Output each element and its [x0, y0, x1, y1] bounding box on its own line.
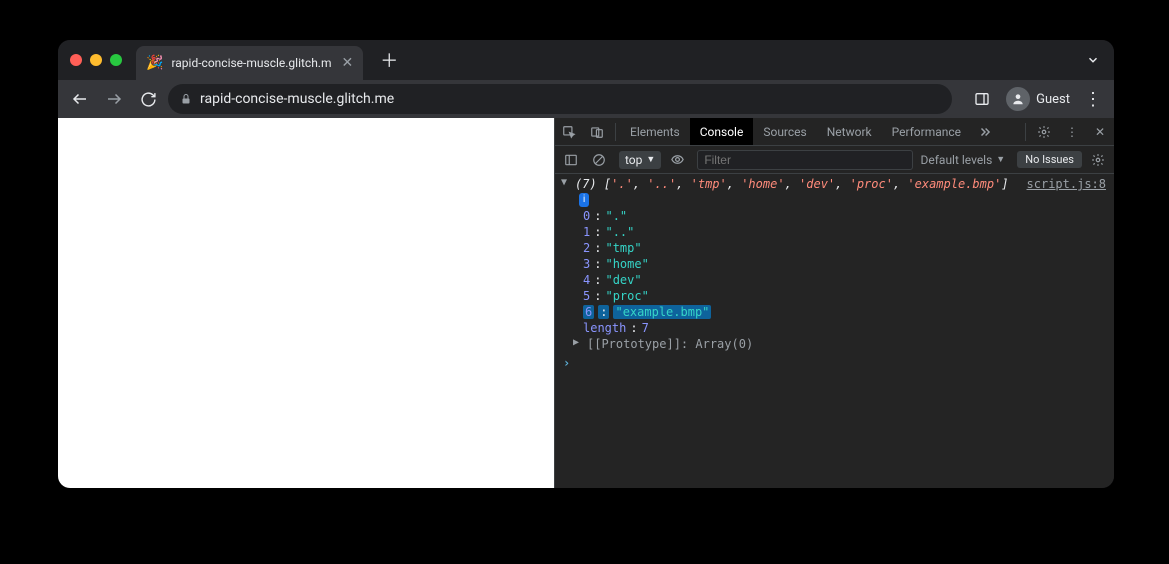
window-menu-chevron-icon[interactable]	[1086, 53, 1100, 67]
entry-value: "."	[605, 209, 627, 223]
source-link[interactable]: script.js:8	[1027, 177, 1106, 191]
tab-title: rapid-concise-muscle.glitch.m	[171, 56, 331, 70]
lock-icon	[180, 93, 192, 105]
length-value: 7	[642, 321, 649, 335]
console-toolbar: top ▼ Default levels ▼ No Issues	[555, 146, 1114, 174]
console-prompt[interactable]	[555, 352, 1114, 374]
more-tabs-icon[interactable]	[971, 118, 999, 145]
new-tab-button[interactable]: ＋	[375, 46, 403, 74]
clear-console-icon[interactable]	[587, 153, 611, 167]
chevron-down-icon: ▼	[996, 154, 1005, 165]
filter-input[interactable]	[697, 150, 912, 170]
devtools-menu-icon[interactable]: ⋮	[1058, 118, 1086, 145]
tab-sources[interactable]: Sources	[753, 118, 816, 145]
array-entry-row: 6: "example.bmp"	[555, 304, 1114, 320]
entry-index: 2	[583, 241, 590, 255]
content-area: Elements Console Sources Network Perform…	[58, 118, 1114, 488]
entry-index: 1	[583, 225, 590, 239]
entry-index: 0	[583, 209, 590, 223]
devtools-close-icon[interactable]: ✕	[1086, 118, 1114, 145]
reload-button[interactable]	[134, 85, 162, 113]
device-toolbar-icon[interactable]	[583, 118, 611, 145]
entry-value: "home"	[605, 257, 648, 271]
address-bar[interactable]: rapid-concise-muscle.glitch.me	[168, 84, 952, 114]
entry-index: 6	[583, 305, 594, 319]
context-selector[interactable]: top ▼	[619, 151, 661, 169]
tab-console[interactable]: Console	[690, 118, 754, 145]
chevron-down-icon: ▼	[646, 154, 655, 165]
entry-value: ".."	[605, 225, 634, 239]
levels-label: Default levels	[921, 153, 993, 167]
tab-close-icon[interactable]: ✕	[340, 55, 356, 71]
side-panel-icon[interactable]	[968, 85, 996, 113]
maximize-window-button[interactable]	[110, 54, 122, 66]
console-settings-icon[interactable]	[1086, 153, 1110, 167]
favicon-icon: 🎉	[146, 55, 163, 71]
entry-value: "dev"	[605, 273, 641, 287]
devtools-settings-icon[interactable]	[1030, 118, 1058, 145]
expand-arrow-icon[interactable]	[573, 337, 583, 348]
context-label: top	[625, 153, 642, 167]
issues-chip[interactable]: No Issues	[1017, 151, 1082, 168]
entry-index: 4	[583, 273, 590, 287]
inspect-element-icon[interactable]	[555, 118, 583, 145]
tab-network[interactable]: Network	[817, 118, 882, 145]
console-log-row: (7) ['.', '..', 'tmp', 'home', 'dev', 'p…	[555, 176, 1114, 208]
log-levels-selector[interactable]: Default levels ▼	[917, 153, 1010, 167]
array-entry-row: 0: "."	[555, 208, 1114, 224]
array-entry-row: 5: "proc"	[555, 288, 1114, 304]
page-viewport	[58, 118, 554, 488]
url-text: rapid-concise-muscle.glitch.me	[200, 91, 394, 107]
tab-performance[interactable]: Performance	[882, 118, 971, 145]
expand-arrow-icon[interactable]	[561, 177, 571, 188]
prototype-value: Array(0)	[695, 337, 753, 351]
array-entry-row: 3: "home"	[555, 256, 1114, 272]
prototype-row[interactable]: [[Prototype]]: Array(0)	[555, 336, 1114, 352]
devtools-panel: Elements Console Sources Network Perform…	[554, 118, 1114, 488]
array-entry-row: 1: ".."	[555, 224, 1114, 240]
array-length-row: length: 7	[555, 320, 1114, 336]
entry-value: "tmp"	[605, 241, 641, 255]
profile-button[interactable]: Guest	[1006, 87, 1070, 111]
console-sidebar-icon[interactable]	[559, 153, 583, 167]
toolbar: rapid-concise-muscle.glitch.me Guest ⋮	[58, 80, 1114, 118]
browser-window: 🎉 rapid-concise-muscle.glitch.m ✕ ＋ rapi…	[58, 40, 1114, 488]
entry-index: 5	[583, 289, 590, 303]
tab-elements[interactable]: Elements	[620, 118, 690, 145]
array-entry-row: 2: "tmp"	[555, 240, 1114, 256]
console-output: (7) ['.', '..', 'tmp', 'home', 'dev', 'p…	[555, 174, 1114, 488]
prototype-key: [[Prototype]]	[587, 337, 681, 351]
close-window-button[interactable]	[70, 54, 82, 66]
length-key: length	[583, 321, 626, 335]
avatar-icon	[1006, 87, 1030, 111]
forward-button[interactable]	[100, 85, 128, 113]
traffic-lights	[70, 54, 122, 66]
back-button[interactable]	[66, 85, 94, 113]
info-badge-icon[interactable]: i	[579, 193, 589, 207]
entry-value: "proc"	[605, 289, 648, 303]
profile-label: Guest	[1036, 92, 1070, 107]
toolbar-right: Guest ⋮	[968, 85, 1106, 113]
entry-value: "example.bmp"	[613, 305, 711, 319]
array-entry-row: 4: "dev"	[555, 272, 1114, 288]
live-expression-icon[interactable]	[665, 152, 689, 167]
minimize-window-button[interactable]	[90, 54, 102, 66]
browser-menu-button[interactable]: ⋮	[1080, 89, 1106, 110]
devtools-tabbar: Elements Console Sources Network Perform…	[555, 118, 1114, 146]
array-summary[interactable]: (7) ['.', '..', 'tmp', 'home', 'dev', 'p…	[575, 177, 1023, 207]
entry-index: 3	[583, 257, 590, 271]
titlebar: 🎉 rapid-concise-muscle.glitch.m ✕ ＋	[58, 40, 1114, 80]
browser-tab[interactable]: 🎉 rapid-concise-muscle.glitch.m ✕	[136, 46, 363, 80]
